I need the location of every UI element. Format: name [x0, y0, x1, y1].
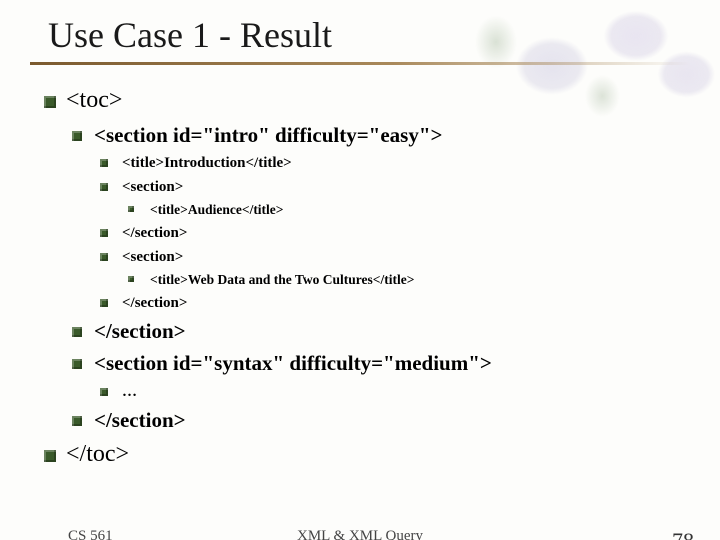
text-toc-close: </toc>	[66, 441, 129, 467]
footer-center: XML & XML Query	[297, 528, 423, 540]
text-title-audience: <title>Audience</title>	[150, 202, 284, 217]
bullet-title-audience: <title>Audience</title>	[122, 201, 720, 220]
bullet-toc-close: </toc>	[38, 438, 720, 472]
bullet-section-open-2: <section> <title>Web Data and the Two Cu…	[94, 247, 720, 290]
slide-title: Use Case 1 - Result	[0, 0, 720, 62]
bullet-section-intro: <section id="intro" difficulty="easy"> <…	[66, 121, 720, 314]
bullet-section-close-1: </section>	[94, 223, 720, 244]
bullet-toc-open: <toc> <section id="intro" difficulty="ea…	[38, 84, 720, 435]
text-section-close-syntax: </section>	[94, 408, 186, 432]
text-section-close-intro: </section>	[94, 319, 186, 343]
slide-number: 78	[672, 528, 694, 540]
text-title-intro: <title>Introduction</title>	[122, 155, 292, 171]
text-section-open-1: <section>	[122, 179, 183, 195]
text-section-close-1: </section>	[122, 225, 187, 241]
text-section-close-2: </section>	[122, 295, 187, 311]
slide-content: <toc> <section id="intro" difficulty="ea…	[0, 65, 720, 472]
slide: Use Case 1 - Result <toc> <section id="i…	[0, 0, 720, 540]
bullet-section-close-intro: </section>	[66, 317, 720, 346]
bullet-title-intro: <title>Introduction</title>	[94, 153, 720, 174]
bullet-section-open-1: <section> <title>Audience</title>	[94, 177, 720, 220]
text-section-intro: <section id="intro" difficulty="easy">	[94, 123, 442, 147]
text-section-open-2: <section>	[122, 249, 183, 265]
bullet-section-syntax: <section id="syntax" difficulty="medium"…	[66, 349, 720, 402]
bullet-section-close-syntax: </section>	[66, 406, 720, 435]
footer-left: CS 561	[68, 528, 113, 540]
text-ellipsis: …	[122, 384, 137, 400]
text-section-syntax: <section id="syntax" difficulty="medium"…	[94, 351, 492, 375]
text-title-webdata: <title>Web Data and the Two Cultures</ti…	[150, 272, 414, 287]
bullet-ellipsis: …	[94, 382, 720, 403]
bullet-title-webdata: <title>Web Data and the Two Cultures</ti…	[122, 271, 720, 290]
bullet-section-close-2: </section>	[94, 293, 720, 314]
text-toc-open: <toc>	[66, 87, 122, 113]
